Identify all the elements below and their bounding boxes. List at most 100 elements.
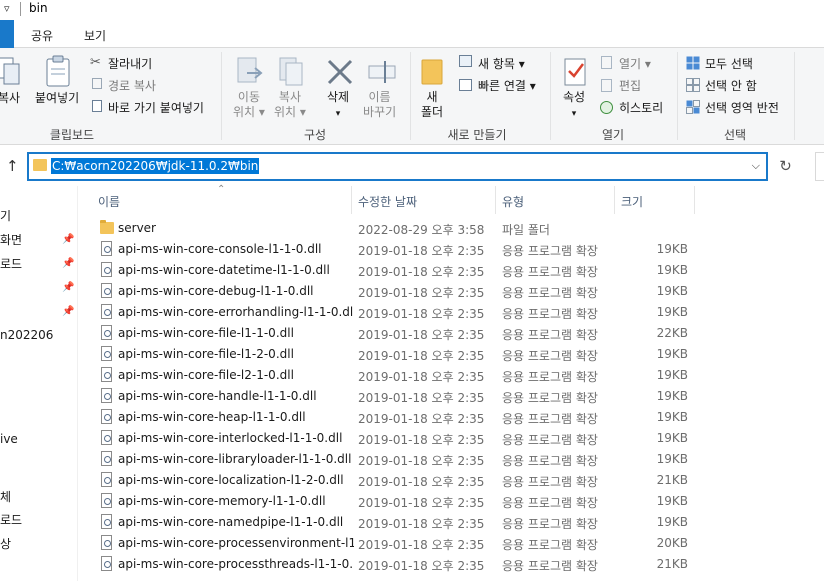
file-row[interactable]: api-ms-win-core-localization-l1-2-0.dll 2…: [78, 470, 824, 491]
tab-view[interactable]: 보기: [84, 27, 106, 44]
group-divider: [677, 52, 678, 140]
file-name: api-ms-win-core-console-l1-1-0.dll: [118, 242, 322, 256]
file-date: 2019-01-18 오후 2:35: [358, 538, 485, 552]
file-row[interactable]: api-ms-win-core-processthreads-l1-1-0...…: [78, 554, 824, 575]
cut-button[interactable]: 잘라내기: [108, 55, 152, 72]
copy-to-icon: [277, 56, 307, 89]
file-date: 2019-01-18 오후 2:35: [358, 412, 485, 426]
file-name: api-ms-win-core-heap-l1-1-0.dll: [118, 410, 306, 424]
tab-share[interactable]: 공유: [31, 27, 53, 44]
file-row[interactable]: api-ms-win-core-memory-l1-1-0.dll 2019-01…: [78, 491, 824, 512]
address-bar[interactable]: C:₩acorn202206₩jdk-11.0.2₩bin ⌵: [27, 152, 768, 181]
nav-item[interactable]: 로드: [0, 511, 22, 528]
file-row[interactable]: api-ms-win-core-file-l1-2-0.dll 2019-01-1…: [78, 344, 824, 365]
rename-label-2: 바꾸기: [363, 105, 397, 119]
nav-item[interactable]: 기: [0, 207, 11, 224]
easy-access-button[interactable]: 빠른 연결 ▾: [478, 77, 536, 94]
file-size: 19KB: [656, 431, 688, 445]
move-to-button[interactable]: 이동 위치 ▾: [233, 90, 265, 120]
file-type: 파일 폴더: [502, 223, 550, 237]
nav-item[interactable]: 체: [0, 488, 11, 505]
file-type: 응용 프로그램 확장: [502, 244, 598, 258]
new-item-button[interactable]: 새 항목 ▾: [478, 55, 525, 72]
copy-to-button[interactable]: 복사 위치 ▾: [274, 90, 306, 120]
column-divider[interactable]: [495, 186, 496, 214]
refresh-icon[interactable]: ↻: [771, 152, 800, 181]
paste-shortcut-button[interactable]: 바로 가기 붙여넣기: [108, 99, 204, 116]
file-row[interactable]: api-ms-win-core-processenvironment-l1...…: [78, 533, 824, 554]
file-row[interactable]: api-ms-win-core-debug-l1-1-0.dll 2019-01-…: [78, 281, 824, 302]
file-row[interactable]: api-ms-win-core-namedpipe-l1-1-0.dll 2019…: [78, 512, 824, 533]
history-button[interactable]: 히스토리: [619, 99, 663, 116]
column-date[interactable]: 수정한 날짜: [358, 193, 417, 210]
dll-file-icon: [101, 241, 112, 256]
properties-button[interactable]: 속성 ▾: [563, 90, 585, 122]
new-folder-button[interactable]: 새 폴더: [421, 90, 443, 120]
pin-icon: 📌: [62, 282, 75, 293]
file-row[interactable]: api-ms-win-core-file-l1-1-0.dll 2019-01-1…: [78, 323, 824, 344]
column-type[interactable]: 유형: [502, 193, 524, 210]
select-all-button[interactable]: 모두 선택: [705, 55, 753, 72]
file-name: api-ms-win-core-memory-l1-1-0.dll: [118, 494, 326, 508]
rename-button[interactable]: 이름 바꾸기: [363, 90, 396, 120]
pin-icon: 📌: [62, 234, 75, 245]
up-arrow-icon[interactable]: ↑: [6, 157, 19, 175]
file-type: 응용 프로그램 확장: [502, 265, 598, 279]
column-divider[interactable]: [614, 186, 615, 214]
invert-selection-button[interactable]: 선택 영역 반전: [705, 99, 779, 116]
group-label-organize: 구성: [303, 128, 327, 142]
delete-button[interactable]: 삭제 ▾: [327, 90, 349, 122]
file-name: api-ms-win-core-interlocked-l1-1-0.dll: [118, 431, 343, 445]
file-row[interactable]: api-ms-win-core-heap-l1-1-0.dll 2019-01-1…: [78, 407, 824, 428]
file-row[interactable]: server 2022-08-29 오후 3:58 파일 폴더: [78, 218, 824, 239]
file-size: 19KB: [656, 410, 688, 424]
file-size: 19KB: [656, 515, 688, 529]
window-title: bin: [29, 1, 48, 15]
move-to-label-2: 위치: [233, 105, 256, 119]
file-row[interactable]: api-ms-win-core-console-l1-1-0.dll 2019-0…: [78, 239, 824, 260]
file-row[interactable]: api-ms-win-core-interlocked-l1-1-0.dll 20…: [78, 428, 824, 449]
column-size[interactable]: 크기: [621, 193, 643, 210]
nav-item[interactable]: 로드: [0, 255, 22, 272]
file-row[interactable]: api-ms-win-core-errorhandling-l1-1-0.dll…: [78, 302, 824, 323]
open-label: 열기: [619, 57, 642, 71]
chevron-down-icon[interactable]: ⌵: [752, 159, 760, 173]
column-divider[interactable]: [351, 186, 352, 214]
file-size: 20KB: [656, 536, 688, 550]
nav-item[interactable]: n202206: [0, 328, 53, 342]
edit-button[interactable]: 편집: [619, 77, 641, 94]
pin-icon: 📌: [62, 258, 75, 269]
tab-file[interactable]: [0, 20, 14, 48]
column-divider[interactable]: [694, 186, 695, 214]
search-input[interactable]: [815, 152, 824, 181]
chevron-down-icon[interactable]: ▿: [4, 2, 10, 15]
file-name: api-ms-win-core-localization-l1-2-0.dll: [118, 473, 344, 487]
file-date: 2019-01-18 오후 2:35: [358, 559, 485, 573]
file-type: 응용 프로그램 확장: [502, 559, 598, 573]
scissors-icon: ✂: [90, 55, 101, 70]
file-name: api-ms-win-core-file-l1-1-0.dll: [118, 326, 294, 340]
select-none-icon: [686, 78, 700, 95]
paste-button[interactable]: 붙여넣기: [35, 91, 79, 106]
dll-file-icon: [101, 283, 112, 298]
nav-item[interactable]: 상: [0, 535, 11, 552]
file-size: 19KB: [656, 242, 688, 256]
address-input[interactable]: C:₩acorn202206₩jdk-11.0.2₩bin: [51, 158, 260, 174]
dll-file-icon: [101, 304, 112, 319]
title-divider: [20, 2, 21, 16]
file-row[interactable]: api-ms-win-core-libraryloader-l1-1-0.dll…: [78, 449, 824, 470]
file-type: 응용 프로그램 확장: [502, 328, 598, 342]
new-item-label: 새 항목: [478, 57, 515, 71]
copy-path-button[interactable]: 경로 복사: [108, 77, 156, 94]
column-name[interactable]: 이름: [98, 193, 120, 210]
file-row[interactable]: api-ms-win-core-handle-l1-1-0.dll 2019-01…: [78, 386, 824, 407]
file-row[interactable]: api-ms-win-core-datetime-l1-1-0.dll 2019-…: [78, 260, 824, 281]
file-row[interactable]: api-ms-win-core-file-l2-1-0.dll 2019-01-1…: [78, 365, 824, 386]
file-size: 19KB: [656, 284, 688, 298]
open-button[interactable]: 열기 ▾: [619, 55, 651, 72]
nav-item[interactable]: ive: [0, 432, 18, 446]
file-size: 19KB: [656, 263, 688, 277]
nav-item[interactable]: 화면: [0, 231, 22, 248]
copy-button[interactable]: 복사: [0, 91, 20, 106]
select-none-button[interactable]: 선택 안 함: [705, 77, 757, 94]
